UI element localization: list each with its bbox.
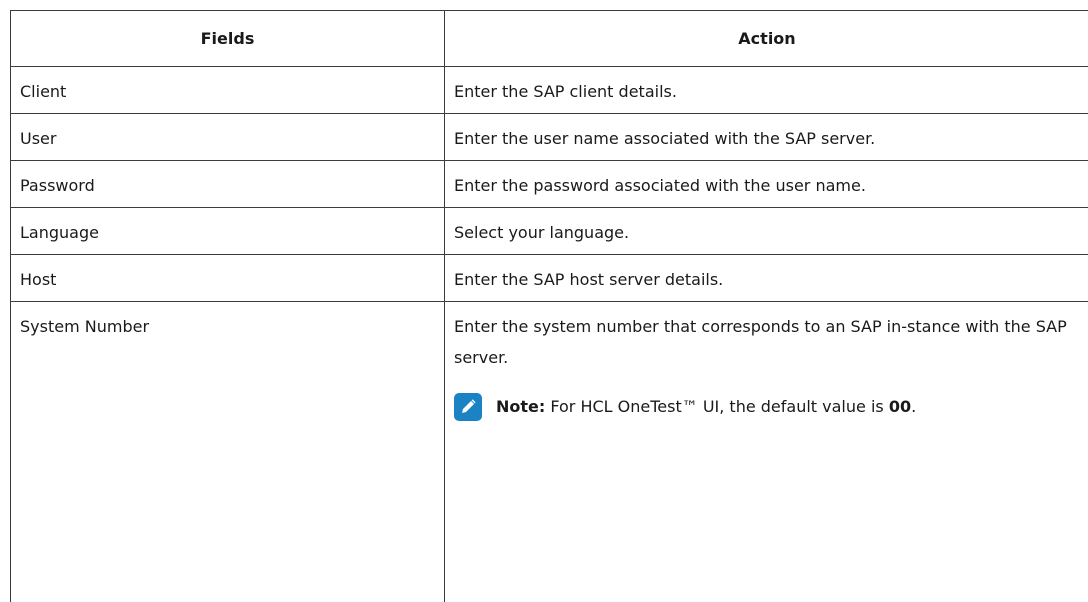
note-body: For HCL OneTest™ UI, the default value i… xyxy=(545,397,889,416)
action-cell: Enter the SAP host server details. xyxy=(445,255,1088,302)
action-cell: Enter the SAP client details. xyxy=(445,67,1088,114)
field-cell: System Number xyxy=(11,302,445,602)
field-cell: Client xyxy=(11,67,445,114)
action-cell: Select your language. xyxy=(445,208,1088,255)
table-row: Language Select your language. xyxy=(11,208,1088,255)
pencil-note-icon xyxy=(454,393,482,421)
action-cell: Enter the password associated with the u… xyxy=(445,161,1088,208)
table-row: Host Enter the SAP host server details. xyxy=(11,255,1088,302)
note-text: Note: For HCL OneTest™ UI, the default v… xyxy=(496,397,916,417)
action-cell: Enter the system number that corresponds… xyxy=(445,302,1088,602)
table-row: Password Enter the password associated w… xyxy=(11,161,1088,208)
field-cell: Language xyxy=(11,208,445,255)
note-label: Note: xyxy=(496,397,545,416)
note-block: Note: For HCL OneTest™ UI, the default v… xyxy=(454,393,1088,421)
table-row: Client Enter the SAP client details. xyxy=(11,67,1088,114)
field-cell: Password xyxy=(11,161,445,208)
field-cell: User xyxy=(11,114,445,161)
note-value: 00 xyxy=(889,397,911,416)
field-cell: Host xyxy=(11,255,445,302)
note-end: . xyxy=(911,397,916,416)
table-header-row: Fields Action xyxy=(11,11,1088,67)
action-cell: Enter the user name associated with the … xyxy=(445,114,1088,161)
fields-action-table: Fields Action Client Enter the SAP clien… xyxy=(10,10,1088,602)
header-action: Action xyxy=(445,11,1088,67)
header-fields: Fields xyxy=(11,11,445,67)
table-row: System Number Enter the system number th… xyxy=(11,302,1088,602)
table-row: User Enter the user name associated with… xyxy=(11,114,1088,161)
action-text: Enter the system number that corresponds… xyxy=(454,311,1074,373)
